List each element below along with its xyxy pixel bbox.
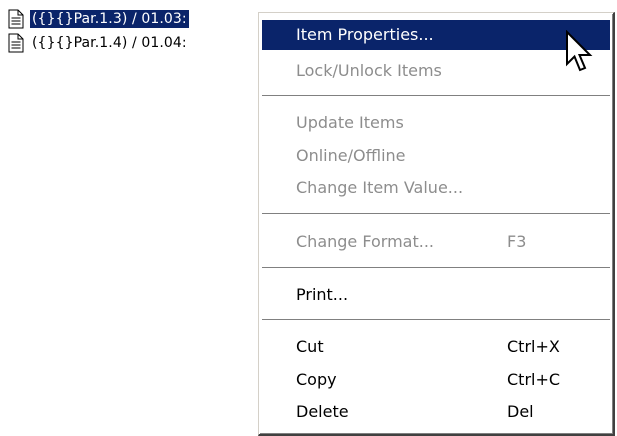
menu-item-shortcut: Del bbox=[507, 402, 534, 421]
context-menu: Item Properties... Lock/Unlock Items Upd… bbox=[258, 12, 615, 436]
menu-item-update-items[interactable]: Update Items bbox=[262, 108, 610, 138]
menu-item-change-item-value[interactable]: Change Item Value... bbox=[262, 173, 610, 203]
menu-item-label: Cut bbox=[296, 337, 324, 356]
menu-item-lock-unlock-items[interactable]: Lock/Unlock Items bbox=[262, 56, 610, 86]
menu-separator bbox=[262, 95, 610, 97]
menu-item-label: Change Format... bbox=[296, 232, 434, 251]
menu-item-print[interactable]: Print... bbox=[262, 280, 610, 310]
tree-item-label: ({}{}Par.1.3) / 01.03: bbox=[30, 10, 189, 28]
menu-item-copy[interactable]: Copy Ctrl+C bbox=[262, 365, 610, 395]
menu-item-label: Online/Offline bbox=[296, 146, 406, 165]
menu-item-delete[interactable]: Delete Del bbox=[262, 397, 610, 427]
menu-item-label: Print... bbox=[296, 285, 349, 304]
tree-item-par-1-3[interactable]: ({}{}Par.1.3) / 01.03: bbox=[8, 6, 189, 32]
menu-item-shortcut: Ctrl+C bbox=[507, 370, 561, 389]
menu-item-label: Item Properties... bbox=[296, 25, 434, 44]
menu-item-label: Update Items bbox=[296, 113, 404, 132]
menu-item-label: Delete bbox=[296, 402, 349, 421]
menu-item-online-offline[interactable]: Online/Offline bbox=[262, 141, 610, 171]
tree-item-label: ({}{}Par.1.4) / 01.04: bbox=[32, 35, 187, 51]
menu-item-change-format[interactable]: Change Format... F3 bbox=[262, 227, 610, 257]
document-icon bbox=[8, 9, 24, 29]
menu-separator bbox=[262, 319, 610, 321]
menu-item-item-properties[interactable]: Item Properties... bbox=[262, 20, 610, 50]
menu-item-label: Change Item Value... bbox=[296, 178, 464, 197]
menu-item-cut[interactable]: Cut Ctrl+X bbox=[262, 332, 610, 362]
mouse-pointer-icon bbox=[566, 30, 593, 72]
document-icon bbox=[8, 33, 24, 53]
menu-item-shortcut: Ctrl+X bbox=[507, 337, 560, 356]
menu-separator bbox=[262, 213, 610, 215]
menu-item-label: Copy bbox=[296, 370, 337, 389]
menu-item-shortcut: F3 bbox=[507, 232, 527, 251]
menu-item-label: Lock/Unlock Items bbox=[296, 61, 442, 80]
menu-separator bbox=[262, 267, 610, 269]
tree-item-par-1-4[interactable]: ({}{}Par.1.4) / 01.04: bbox=[8, 30, 189, 56]
